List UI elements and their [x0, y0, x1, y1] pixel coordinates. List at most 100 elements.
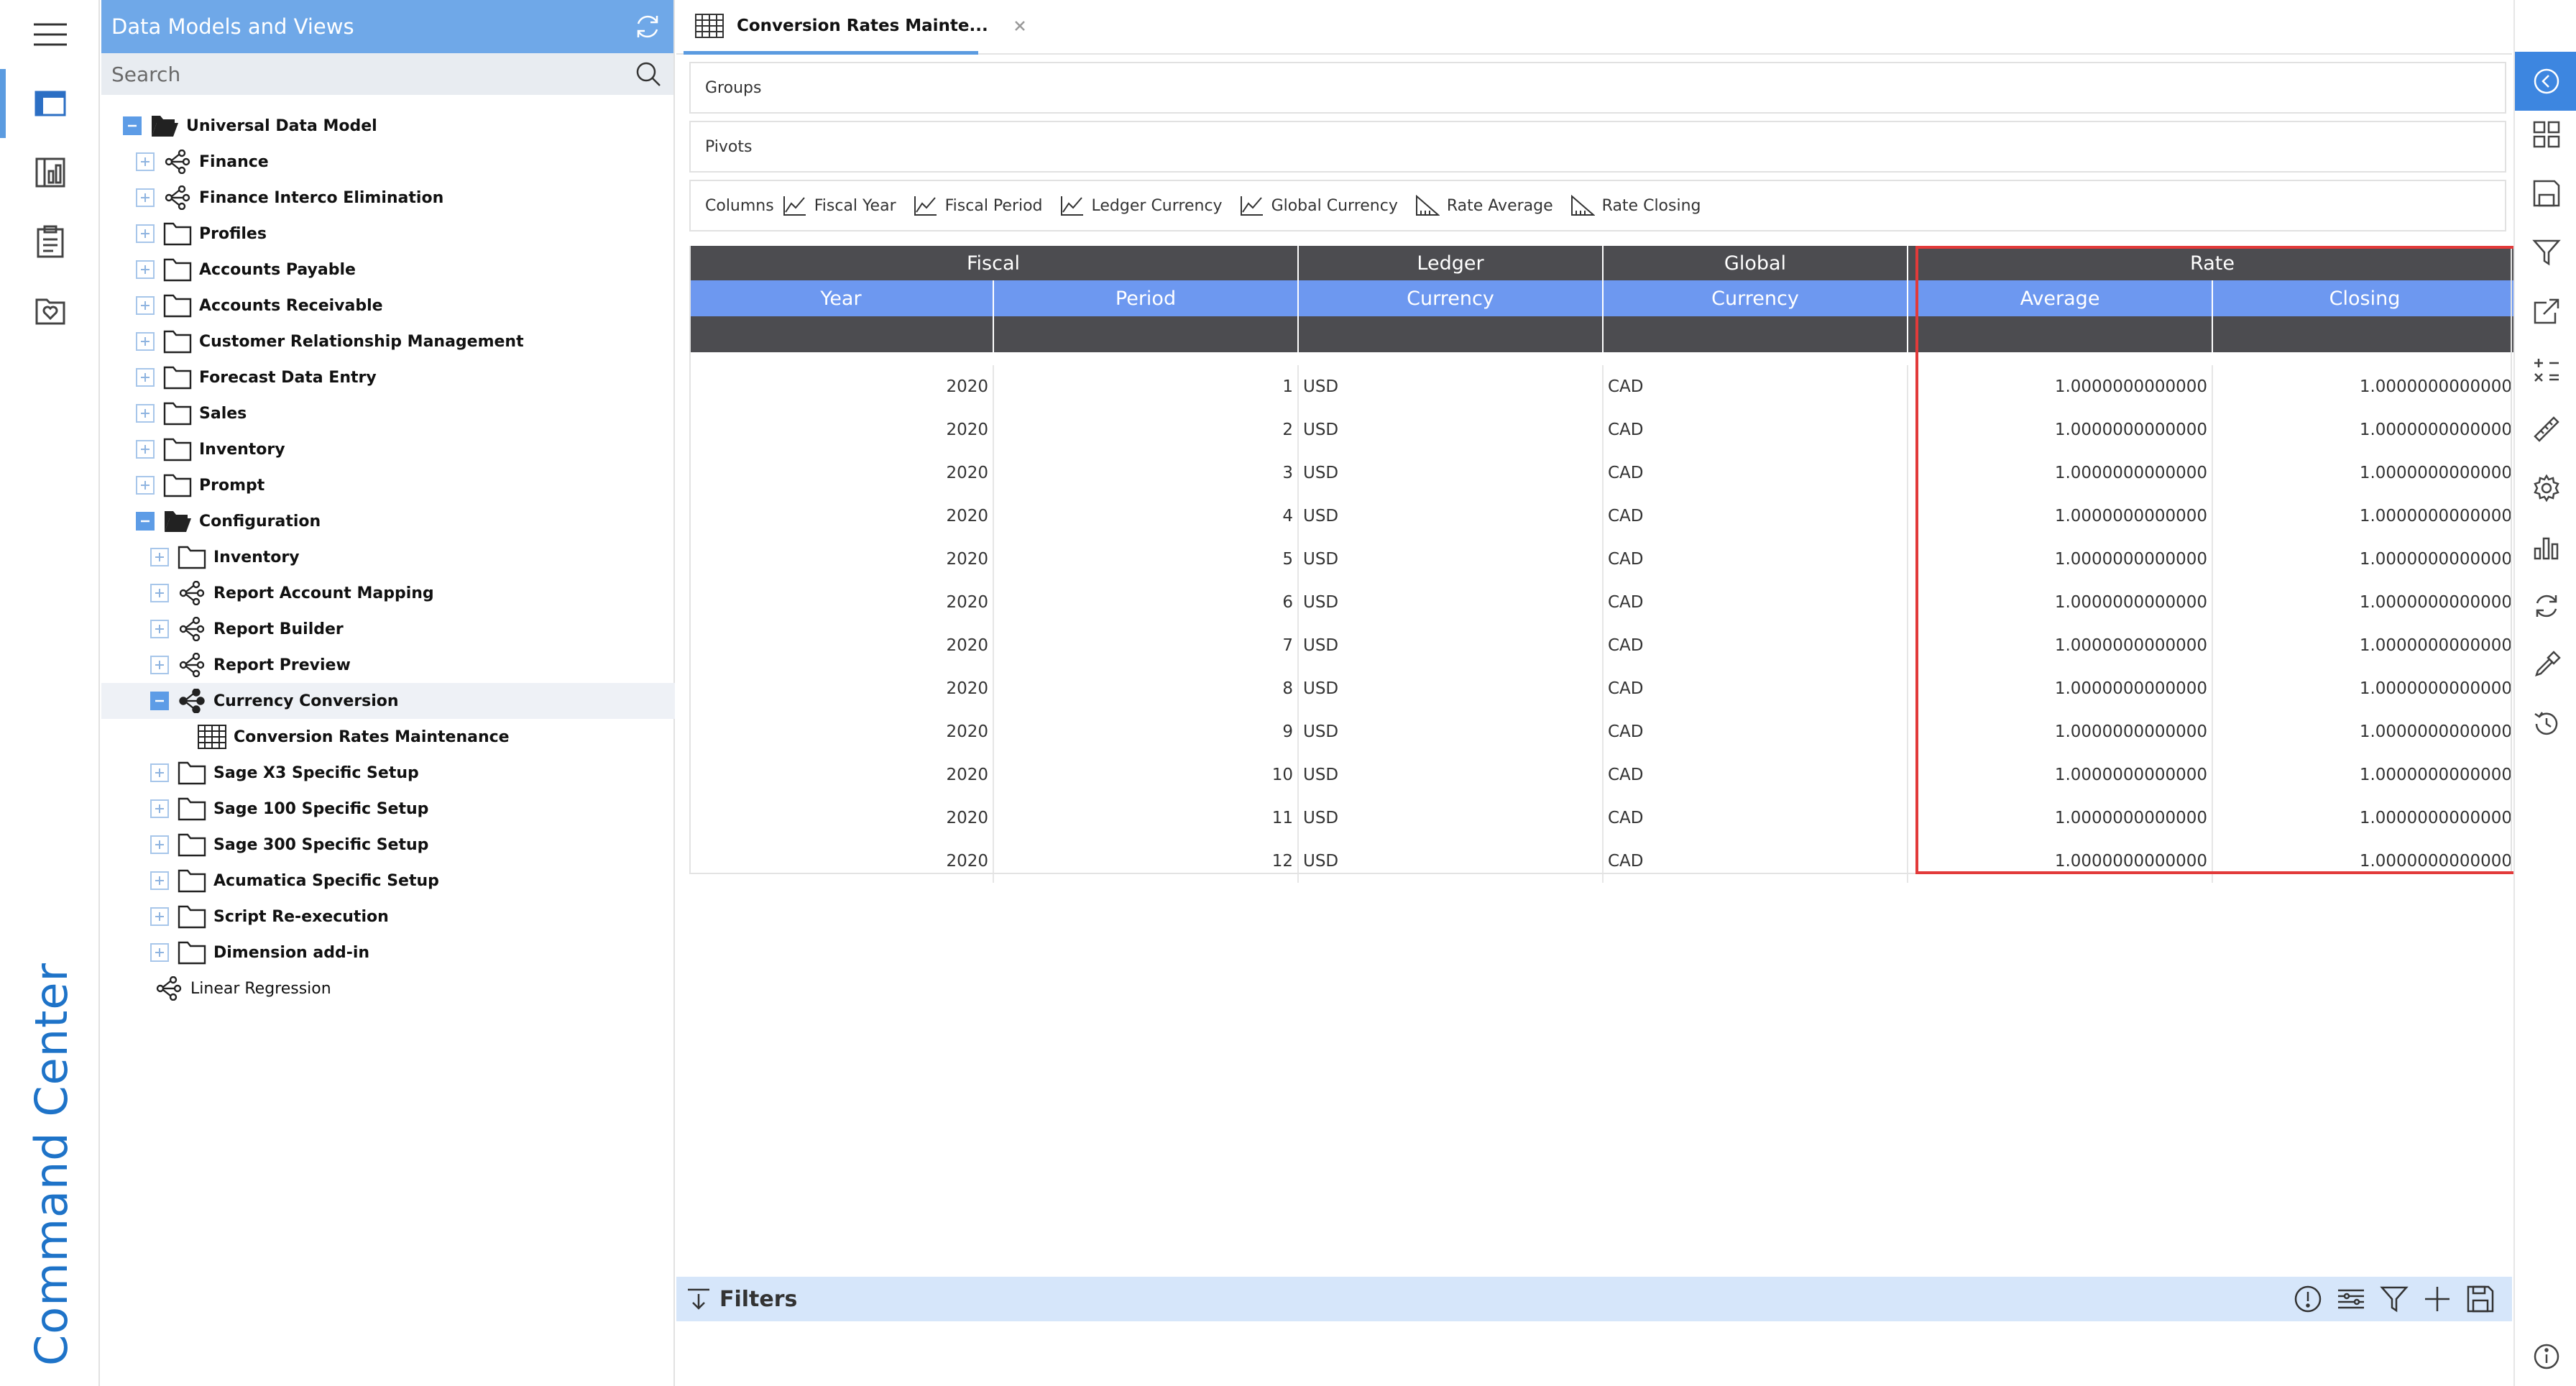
collapse-icon[interactable] — [123, 116, 142, 135]
group-header[interactable]: Rate — [1908, 246, 2518, 280]
table-cell[interactable]: 7 — [994, 624, 1299, 667]
history-icon[interactable] — [2515, 694, 2576, 753]
info-icon[interactable] — [2515, 1327, 2576, 1386]
table-row[interactable]: 2020 5 USD CAD 1.0000000000000 1.000000000000… — [689, 538, 2518, 581]
export-icon[interactable] — [2515, 282, 2576, 341]
table-cell[interactable]: USD — [1299, 581, 1604, 624]
table-cell[interactable]: CAD — [1604, 408, 1908, 451]
table-cell[interactable]: 1.0000000000000 — [1908, 581, 2213, 624]
column-filter-cell[interactable] — [689, 316, 994, 352]
data-models-icon[interactable] — [0, 69, 100, 138]
table-cell[interactable]: CAD — [1604, 667, 1908, 710]
expand-icon[interactable] — [136, 440, 155, 459]
tree-item[interactable]: Script Re-execution — [101, 899, 675, 935]
expand-icon[interactable] — [136, 404, 155, 423]
table-row[interactable]: 2020 3 USD CAD 1.0000000000000 1.000000000000… — [689, 451, 2518, 495]
collapse-icon[interactable] — [136, 512, 155, 531]
column-header[interactable]: Currency — [1299, 280, 1604, 316]
table-cell[interactable]: CAD — [1604, 495, 1908, 538]
tree-item[interactable]: Forecast Data Entry — [101, 359, 675, 395]
table-cell[interactable]: CAD — [1604, 624, 1908, 667]
table-cell[interactable]: 1.0000000000000 — [2213, 495, 2518, 538]
table-cell[interactable]: 1.0000000000000 — [2213, 710, 2518, 753]
table-cell[interactable]: 1.0000000000000 — [1908, 538, 2213, 581]
expand-icon[interactable] — [150, 907, 169, 926]
column-filter-cell[interactable] — [1908, 316, 2213, 352]
tree-item[interactable]: Sage X3 Specific Setup — [101, 755, 675, 791]
expand-icon[interactable] — [136, 476, 155, 495]
table-row[interactable]: 2020 10 USD CAD 1.0000000000000 1.00000000000… — [689, 753, 2518, 797]
table-cell[interactable]: USD — [1299, 753, 1604, 797]
menu-icon[interactable] — [0, 0, 100, 69]
table-cell[interactable]: 6 — [994, 581, 1299, 624]
refresh-icon[interactable] — [633, 12, 662, 41]
table-cell[interactable]: CAD — [1604, 753, 1908, 797]
group-header[interactable]: Fiscal — [689, 246, 1299, 280]
table-cell[interactable]: 1.0000000000000 — [2213, 581, 2518, 624]
column-chip[interactable]: Fiscal Year — [783, 195, 896, 216]
table-cell[interactable]: CAD — [1604, 797, 1908, 840]
expand-icon[interactable] — [150, 548, 169, 566]
table-cell[interactable]: 1.0000000000000 — [2213, 538, 2518, 581]
refresh-icon[interactable] — [2515, 577, 2576, 635]
expand-icon[interactable] — [150, 799, 169, 818]
table-cell[interactable]: 1.0000000000000 — [1908, 495, 2213, 538]
expand-icon[interactable] — [136, 368, 155, 387]
table-cell[interactable]: CAD — [1604, 840, 1908, 883]
table-cell[interactable]: 9 — [994, 710, 1299, 753]
columns-dropzone[interactable]: Columns Fiscal Year Fiscal Period Ledger C… — [689, 180, 2506, 231]
table-row[interactable]: 2020 12 USD CAD 1.0000000000000 1.00000000000… — [689, 840, 2518, 883]
table-cell[interactable]: 4 — [994, 495, 1299, 538]
tree-item[interactable]: Inventory — [101, 539, 675, 575]
table-cell[interactable]: 1.0000000000000 — [1908, 710, 2213, 753]
column-chip[interactable]: Rate Closing — [1570, 195, 1701, 216]
table-cell[interactable]: 1.0000000000000 — [2213, 624, 2518, 667]
table-cell[interactable]: 1.0000000000000 — [1908, 667, 2213, 710]
collapse-icon[interactable] — [150, 692, 169, 710]
table-row[interactable]: 2020 11 USD CAD 1.0000000000000 1.00000000000… — [689, 797, 2518, 840]
save-icon[interactable] — [2459, 1277, 2502, 1321]
table-row[interactable]: 2020 2 USD CAD 1.0000000000000 1.000000000000… — [689, 408, 2518, 451]
table-cell[interactable]: USD — [1299, 624, 1604, 667]
table-row[interactable]: 2020 1 USD CAD 1.0000000000000 1.000000000000… — [689, 365, 2518, 408]
tree-item[interactable]: Conversion Rates Maintenance — [101, 719, 675, 755]
calculator-icon[interactable] — [2515, 341, 2576, 400]
column-header[interactable]: Closing — [2213, 280, 2518, 316]
tree-item[interactable]: Dimension add-in — [101, 935, 675, 970]
table-cell[interactable]: 2 — [994, 408, 1299, 451]
table-cell[interactable]: 2020 — [689, 624, 994, 667]
table-cell[interactable]: 2020 — [689, 753, 994, 797]
table-cell[interactable]: 1.0000000000000 — [2213, 451, 2518, 495]
expand-icon[interactable] — [150, 835, 169, 854]
table-cell[interactable]: USD — [1299, 538, 1604, 581]
table-cell[interactable]: 2020 — [689, 495, 994, 538]
table-cell[interactable]: USD — [1299, 365, 1604, 408]
column-filter-cell[interactable] — [1604, 316, 1908, 352]
table-cell[interactable]: 1.0000000000000 — [2213, 667, 2518, 710]
expand-icon[interactable] — [150, 871, 169, 890]
group-header[interactable]: Ledger — [1299, 246, 1604, 280]
table-cell[interactable]: 11 — [994, 797, 1299, 840]
column-chip[interactable]: Fiscal Period — [914, 195, 1043, 216]
table-cell[interactable]: USD — [1299, 710, 1604, 753]
filter-icon[interactable] — [2373, 1277, 2416, 1321]
filter-arrow-icon[interactable] — [686, 1287, 711, 1311]
tree-item[interactable]: Profiles — [101, 216, 675, 252]
table-cell[interactable]: 1.0000000000000 — [2213, 840, 2518, 883]
table-cell[interactable]: USD — [1299, 451, 1604, 495]
pivots-dropzone[interactable]: Pivots — [689, 121, 2506, 173]
search-icon[interactable] — [635, 60, 662, 88]
column-header[interactable]: Currency — [1604, 280, 1908, 316]
tree-item[interactable]: Sage 300 Specific Setup — [101, 827, 675, 863]
tree-item[interactable]: Currency Conversion — [101, 683, 675, 719]
table-cell[interactable]: 2020 — [689, 408, 994, 451]
table-cell[interactable]: 12 — [994, 840, 1299, 883]
table-cell[interactable]: 1.0000000000000 — [2213, 753, 2518, 797]
tree-item[interactable]: Acumatica Specific Setup — [101, 863, 675, 899]
table-cell[interactable]: USD — [1299, 797, 1604, 840]
table-cell[interactable]: 1.0000000000000 — [1908, 408, 2213, 451]
expand-icon[interactable] — [136, 188, 155, 207]
table-cell[interactable]: 1.0000000000000 — [1908, 451, 2213, 495]
table-cell[interactable]: 1.0000000000000 — [2213, 365, 2518, 408]
table-cell[interactable]: 1.0000000000000 — [2213, 797, 2518, 840]
